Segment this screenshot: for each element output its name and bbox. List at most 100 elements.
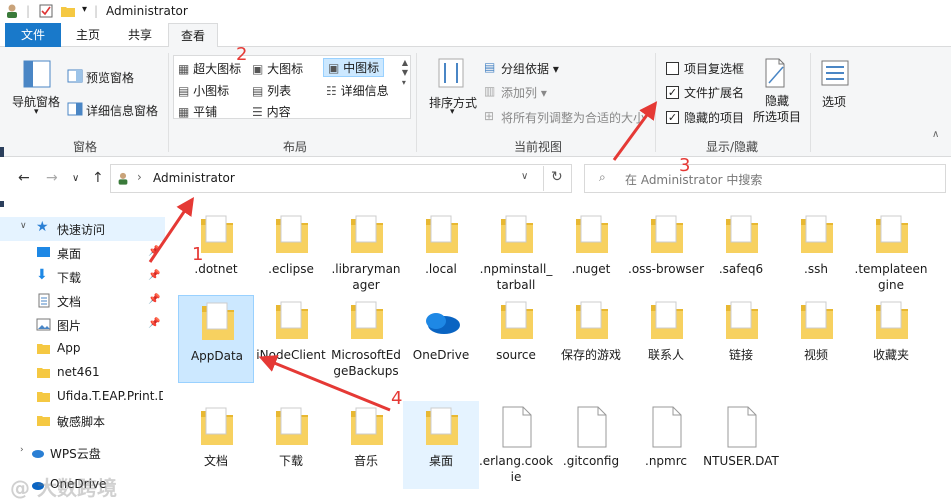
chevron-down-icon[interactable]: ▾ <box>34 107 39 117</box>
file-extensions-checkbox[interactable]: ✓ <box>666 86 679 99</box>
search-box[interactable]: ⌕ 在 Administrator 中搜索 <box>584 164 946 193</box>
back-icon[interactable]: ← <box>18 170 30 186</box>
file-item[interactable]: 音乐 <box>328 401 404 489</box>
file-item[interactable]: 链接 <box>703 295 779 383</box>
recent-locations-icon[interactable]: ∨ <box>72 173 79 184</box>
sidebar-item-net461[interactable]: net461 <box>0 361 165 385</box>
group-by-button[interactable]: 分组依据 ▾ <box>501 60 559 77</box>
file-item[interactable]: .erlang.cookie <box>478 401 554 489</box>
file-item[interactable]: 联系人 <box>628 295 704 383</box>
file-item[interactable]: MicrosoftEdgeBackups <box>328 295 404 383</box>
chevron-right-icon[interactable]: › <box>20 445 24 455</box>
file-item[interactable]: 下载 <box>253 401 329 489</box>
new-folder-icon[interactable] <box>60 3 76 19</box>
file-item[interactable]: NTUSER.DAT <box>703 401 779 489</box>
layout-content[interactable]: ☰ 内容 <box>252 103 291 120</box>
refresh-icon[interactable]: ↻ <box>551 169 563 185</box>
sidebar-item-desktop[interactable]: 桌面 📌 <box>0 241 165 265</box>
file-item[interactable]: .npmrc <box>628 401 704 489</box>
file-item[interactable]: .librarymanager <box>328 209 404 297</box>
layout-extra-large-icons[interactable]: ▦ 超大图标 <box>178 60 241 77</box>
sidebar-item-downloads[interactable]: ⬇ 下载 📌 <box>0 265 165 289</box>
preview-pane-icon <box>67 69 83 83</box>
chevron-down-icon[interactable]: ▾ <box>450 107 455 117</box>
file-item[interactable]: .oss-browser <box>628 209 704 297</box>
file-item[interactable]: 收藏夹 <box>853 295 929 383</box>
file-name: .erlang.cookie <box>478 454 554 484</box>
file-item[interactable]: 文档 <box>178 401 254 489</box>
preview-pane-button[interactable]: 预览窗格 <box>86 69 134 86</box>
layout-list[interactable]: ▤ 列表 <box>252 82 291 99</box>
group-label-layout: 布局 <box>282 140 307 154</box>
file-name: NTUSER.DAT <box>703 454 779 468</box>
folder-icon <box>347 405 387 449</box>
file-icon <box>647 405 687 449</box>
layout-large-icons[interactable]: ▣ 大图标 <box>252 60 303 77</box>
pin-icon[interactable]: 📌 <box>148 318 160 329</box>
folder-icon <box>797 299 837 343</box>
up-icon[interactable]: ↑ <box>92 170 104 186</box>
file-item[interactable]: AppData <box>178 295 254 383</box>
file-item[interactable]: .local <box>403 209 479 297</box>
sort-by-icon <box>438 58 464 88</box>
layout-medium-icons[interactable]: ▣ 中图标 <box>323 58 385 77</box>
customize-toolbar-icon[interactable]: ▾ <box>82 4 87 15</box>
add-columns-button[interactable]: 添加列 ▾ <box>501 84 547 101</box>
layout-scroll-icon[interactable]: ▲ ▼ ▾ <box>402 58 408 88</box>
properties-icon[interactable] <box>38 3 54 19</box>
layout-small-icons[interactable]: ▤ 小图标 <box>178 82 229 99</box>
layout-tiles[interactable]: ▦ 平铺 <box>178 103 217 120</box>
file-item[interactable]: .npminstall_tarball <box>478 209 554 297</box>
pin-icon[interactable]: 📌 <box>148 246 160 257</box>
address-dropdown-icon[interactable]: ∨ <box>521 171 528 182</box>
address-bar[interactable]: › Administrator ∨ ↻ <box>110 164 572 193</box>
breadcrumb-path[interactable]: Administrator <box>153 171 235 185</box>
sidebar-item-quick-access[interactable]: ∨ ★ 快速访问 <box>0 217 165 241</box>
chevron-down-icon[interactable]: ∨ <box>20 221 27 231</box>
group-label-current-view: 当前视图 <box>513 140 562 154</box>
file-item[interactable]: .dotnet <box>178 209 254 297</box>
file-item[interactable]: .nuget <box>553 209 629 297</box>
options-button[interactable]: 选项 <box>822 93 846 110</box>
breadcrumb-chevron-icon[interactable]: › <box>137 170 142 184</box>
sidebar-item-pictures[interactable]: 图片 📌 <box>0 313 165 337</box>
file-item[interactable]: .gitconfig <box>553 401 629 489</box>
hide-selected-button[interactable]: 隐藏 所选项目 <box>752 93 802 125</box>
file-item[interactable]: 视频 <box>778 295 854 383</box>
file-item[interactable]: .safeq6 <box>703 209 779 297</box>
folder-icon <box>272 299 312 343</box>
folder-icon <box>197 405 237 449</box>
tab-share[interactable]: 共享 <box>116 23 164 47</box>
file-item[interactable]: OneDrive <box>403 295 479 383</box>
file-name: MicrosoftEdgeBackups <box>331 348 401 378</box>
sidebar-item-ufida[interactable]: Ufida.T.EAP.Print.D <box>0 385 165 409</box>
file-icon <box>722 405 762 449</box>
folder-icon <box>797 213 837 257</box>
details-pane-button[interactable]: 详细信息窗格 <box>86 102 158 119</box>
file-item[interactable]: source <box>478 295 554 383</box>
sidebar-item-sensitive-scripts[interactable]: 敏感脚本 <box>0 409 165 433</box>
item-checkboxes-checkbox[interactable] <box>666 62 679 75</box>
file-item[interactable]: .eclipse <box>253 209 329 297</box>
tab-view[interactable]: 查看 <box>168 23 218 48</box>
file-item[interactable]: iNodeClient <box>253 295 329 383</box>
folder-icon <box>347 213 387 257</box>
sidebar-item-documents[interactable]: 文档 📌 <box>0 289 165 313</box>
file-item[interactable]: 桌面 <box>403 401 479 489</box>
pin-icon[interactable]: 📌 <box>148 294 160 305</box>
forward-icon[interactable]: → <box>46 170 58 186</box>
sidebar-item-wps-cloud[interactable]: › WPS云盘 <box>0 441 165 465</box>
file-name: iNodeClient <box>256 348 326 362</box>
file-item[interactable]: .templateengine <box>853 209 929 297</box>
file-item[interactable]: 保存的游戏 <box>553 295 629 383</box>
tab-file[interactable]: 文件 <box>5 23 61 47</box>
layout-details[interactable]: ☷ 详细信息 <box>326 82 389 99</box>
onedrive-icon <box>422 299 462 343</box>
pin-icon[interactable]: 📌 <box>148 270 160 281</box>
ribbon-collapse-icon[interactable]: ∧ <box>932 129 939 140</box>
fit-columns-button[interactable]: 将所有列调整为合适的大小 <box>501 109 651 126</box>
file-item[interactable]: .ssh <box>778 209 854 297</box>
hidden-items-checkbox[interactable]: ✓ <box>666 111 679 124</box>
sidebar-item-app[interactable]: App <box>0 337 165 361</box>
tab-home[interactable]: 主页 <box>66 23 110 47</box>
